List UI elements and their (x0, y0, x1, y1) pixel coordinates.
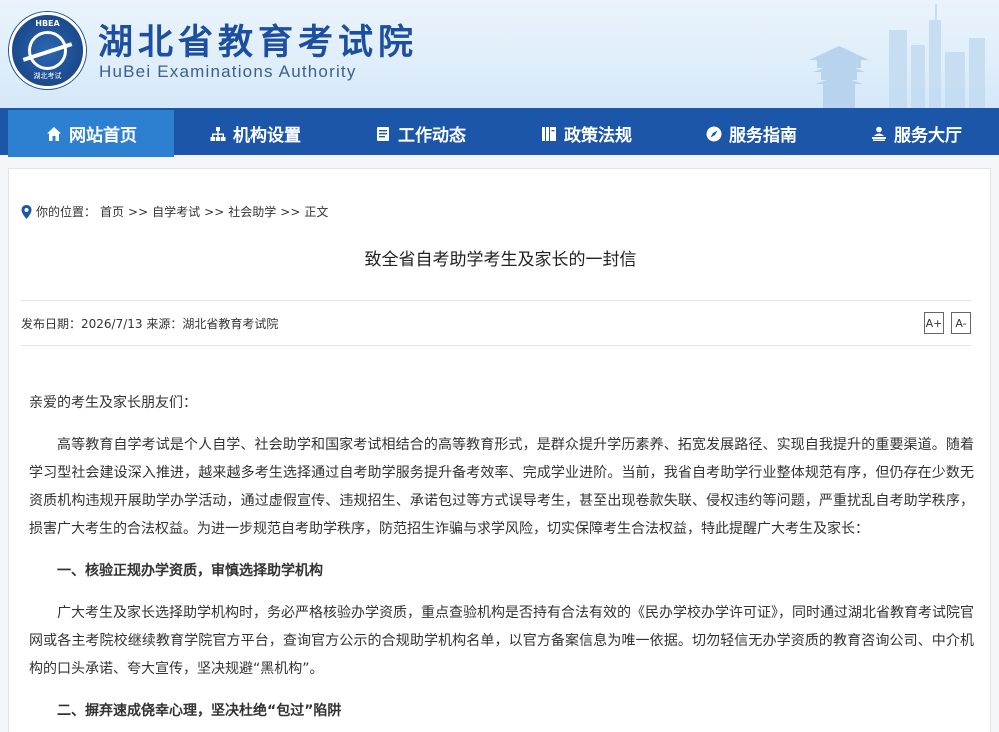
org-chart-icon (210, 126, 226, 141)
nav-label: 政策法规 (564, 126, 632, 146)
breadcrumb-prefix: 你的位置： (36, 205, 97, 219)
logo-bottom-text: 湖北考试 (33, 72, 62, 80)
breadcrumb-link-social-assist[interactable]: 社会助学 (228, 203, 276, 220)
nav-label: 网站首页 (69, 126, 137, 146)
nav-item-service-hall[interactable]: 服务大厅 (833, 110, 999, 157)
nav-label: 服务指南 (729, 126, 797, 146)
nav-item-policies[interactable]: 政策法规 (503, 110, 669, 157)
article-section-heading: 二、摒弃速成侥幸心理，坚决杜绝“包过”陷阱 (57, 703, 342, 719)
breadcrumb-link-self-study[interactable]: 自学考试 (152, 203, 200, 220)
home-icon (47, 126, 61, 141)
article-paragraph: 广大考生及家长选择助学机构时，务必严格核验办学资质，重点查验机构是否持有合法有效… (29, 605, 974, 677)
article-body: 亲爱的考生及家长朋友们： 高等教育自学考试是个人自学、社会助学和国家考试相结合的… (29, 389, 974, 732)
nav-item-home[interactable]: 网站首页 (8, 110, 174, 157)
font-increase-button[interactable]: A+ (924, 312, 944, 334)
nav-item-service-guide[interactable]: 服务指南 (668, 110, 834, 157)
font-decrease-button[interactable]: A- (951, 312, 971, 334)
nav-label: 工作动态 (398, 126, 466, 146)
article-meta: 发布日期：2026/7/13 来源：湖北省教育考试院 (21, 317, 279, 331)
article-section-heading: 一、核验正规办学资质，审慎选择助学机构 (57, 563, 323, 579)
nav-item-organization[interactable]: 机构设置 (172, 110, 338, 157)
site-header: HBEA 湖北考试 湖北省教育考试院 HuBei Examinations Au… (0, 0, 999, 108)
article-paragraph: 高等教育自学考试是个人自学、社会助学和国家考试相结合的高等教育形式，是群众提升学… (29, 437, 974, 537)
compass-icon (706, 126, 722, 141)
breadcrumb-separator: >> (204, 204, 225, 219)
site-logo[interactable]: HBEA 湖北考试 (9, 12, 86, 89)
breadcrumb-separator: >> (128, 204, 149, 219)
site-title: 湖北省教育考试院 (98, 22, 419, 63)
site-subtitle: HuBei Examinations Authority (99, 62, 357, 81)
nav-label: 机构设置 (233, 126, 301, 146)
content-card: 你的位置： 首页 >> 自学考试 >> 社会助学 >> 正文 致全省自考助学考生… (8, 168, 991, 732)
article-salutation: 亲爱的考生及家长朋友们： (29, 395, 197, 411)
nav-item-work-news[interactable]: 工作动态 (337, 110, 503, 157)
service-desk-icon (872, 126, 886, 141)
logo-top-text: HBEA (35, 19, 60, 28)
breadcrumb-current: 正文 (304, 205, 329, 219)
breadcrumb-separator: >> (280, 204, 301, 219)
location-pin-icon (21, 204, 32, 219)
breadcrumb: 你的位置： 首页 >> 自学考试 >> 社会助学 >> 正文 (21, 203, 328, 220)
book-icon (542, 126, 556, 141)
article-meta-bar: 发布日期：2026/7/13 来源：湖北省教育考试院 A+ A- (21, 300, 971, 346)
document-icon (377, 126, 389, 141)
breadcrumb-link-home[interactable]: 首页 (100, 203, 124, 220)
skyline-illustration (809, 4, 985, 108)
main-nav: 网站首页 机构设置 工作动态 政策法规 服务指南 服务大厅 (0, 108, 999, 157)
article-title: 致全省自考助学考生及家长的一封信 (364, 250, 637, 270)
nav-label: 服务大厅 (894, 126, 962, 146)
